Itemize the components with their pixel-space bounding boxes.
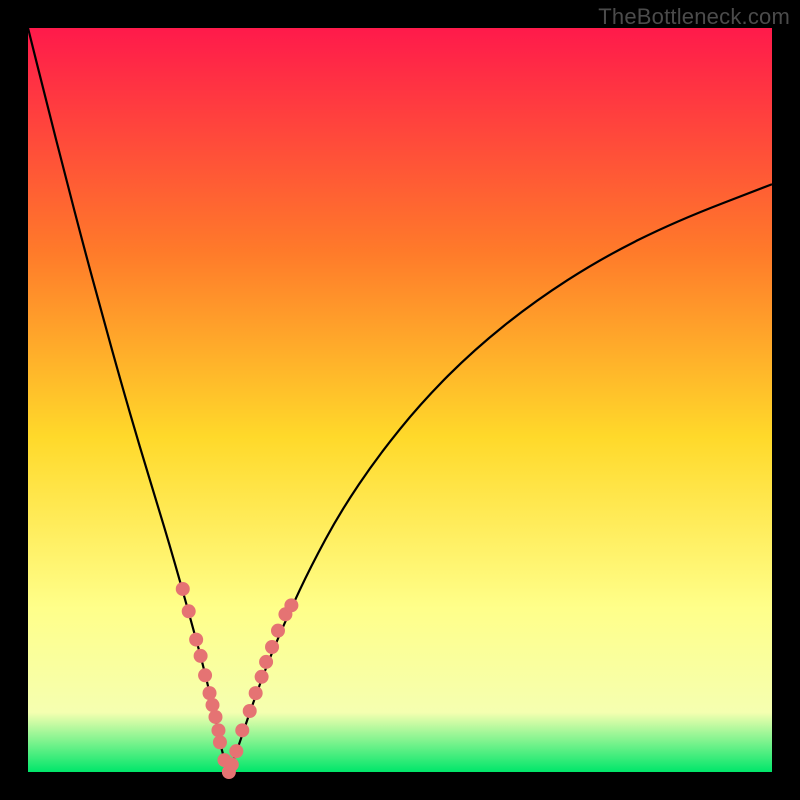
plot-area	[28, 28, 772, 772]
data-marker	[208, 710, 222, 724]
marker-group	[176, 582, 299, 779]
data-marker	[194, 649, 208, 663]
chart-svg	[28, 28, 772, 772]
data-marker	[235, 723, 249, 737]
watermark-text: TheBottleneck.com	[598, 4, 790, 30]
data-marker	[182, 604, 196, 618]
data-marker	[271, 624, 285, 638]
data-marker	[211, 723, 225, 737]
data-marker	[259, 655, 273, 669]
data-marker	[225, 758, 239, 772]
data-marker	[243, 704, 257, 718]
data-marker	[203, 686, 217, 700]
data-marker	[189, 633, 203, 647]
data-marker	[176, 582, 190, 596]
data-marker	[198, 668, 212, 682]
data-marker	[229, 744, 243, 758]
right-curve	[229, 184, 772, 772]
data-marker	[284, 598, 298, 612]
data-marker	[206, 698, 220, 712]
data-marker	[265, 640, 279, 654]
chart-frame: TheBottleneck.com	[0, 0, 800, 800]
data-marker	[213, 735, 227, 749]
data-marker	[249, 686, 263, 700]
data-marker	[255, 670, 269, 684]
